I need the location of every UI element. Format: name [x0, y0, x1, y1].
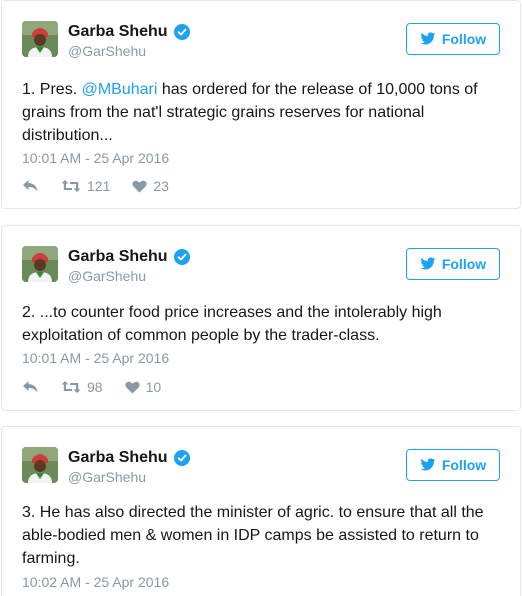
- heart-icon: [132, 180, 147, 193]
- tweet-actions: 121 23: [22, 178, 191, 194]
- retweet-button[interactable]: 98: [61, 379, 103, 395]
- reply-icon: [23, 180, 38, 192]
- reply-button[interactable]: [22, 179, 39, 193]
- tweet-text: 1. Pres. @MBuhari has ordered for the re…: [22, 78, 502, 147]
- retweet-icon: [61, 381, 81, 393]
- reply-button[interactable]: [22, 380, 39, 394]
- avatar[interactable]: [22, 447, 58, 483]
- follow-button[interactable]: Follow: [406, 449, 500, 481]
- follow-button[interactable]: Follow: [406, 23, 500, 55]
- retweet-icon: [61, 180, 81, 192]
- author-row: Garba Shehu: [68, 248, 190, 266]
- tweet-timestamp[interactable]: 10:02 AM - 25 Apr 2016: [22, 574, 169, 590]
- tweet-text: 3. He has also directed the minister of …: [22, 504, 484, 567]
- author-name[interactable]: Garba Shehu: [68, 23, 168, 41]
- tweet-timestamp[interactable]: 10:01 AM - 25 Apr 2016: [22, 350, 169, 366]
- verified-badge-icon: [174, 24, 190, 40]
- author-row: Garba Shehu: [68, 23, 190, 41]
- retweet-count: 98: [87, 379, 103, 395]
- tweet-timestamp[interactable]: 10:01 AM - 25 Apr 2016: [22, 150, 169, 166]
- author-handle[interactable]: @GarShehu: [68, 43, 146, 59]
- like-count: 10: [145, 379, 162, 395]
- reply-icon: [23, 381, 38, 393]
- author-row: Garba Shehu: [68, 449, 190, 467]
- like-button[interactable]: 10: [124, 379, 162, 395]
- verified-badge-icon: [174, 249, 190, 265]
- follow-label: Follow: [441, 31, 487, 47]
- tweet-text-part: 1. Pres.: [22, 81, 82, 98]
- like-button[interactable]: 23: [132, 178, 169, 194]
- twitter-bird-icon: [420, 458, 436, 472]
- twitter-bird-icon: [420, 32, 436, 46]
- retweet-button[interactable]: 121: [61, 178, 110, 194]
- tweet-card[interactable]: Garba Shehu @GarShehu Follow 2. ...to co…: [1, 225, 521, 411]
- tweet-text: 2. ...to counter food price increases an…: [22, 304, 442, 344]
- follow-button[interactable]: Follow: [406, 248, 500, 280]
- author-name[interactable]: Garba Shehu: [68, 248, 168, 266]
- avatar[interactable]: [22, 246, 58, 282]
- author-handle[interactable]: @GarShehu: [68, 268, 146, 284]
- tweet-card[interactable]: Garba Shehu @GarShehu Follow 1. Pres. @M…: [1, 0, 521, 209]
- verified-badge-icon: [174, 450, 190, 466]
- twitter-bird-icon: [420, 257, 436, 271]
- heart-icon: [124, 381, 140, 394]
- author-handle[interactable]: @GarShehu: [68, 469, 146, 485]
- like-count: 23: [153, 178, 169, 194]
- follow-label: Follow: [441, 256, 487, 272]
- tweet-actions: 98 10: [22, 379, 183, 395]
- mention-link[interactable]: @MBuhari: [82, 81, 158, 98]
- retweet-count: 121: [87, 178, 111, 194]
- tweet-card[interactable]: Garba Shehu @GarShehu Follow 3. He has a…: [1, 426, 521, 596]
- avatar[interactable]: [22, 21, 58, 57]
- author-name[interactable]: Garba Shehu: [68, 449, 168, 467]
- follow-label: Follow: [441, 457, 487, 473]
